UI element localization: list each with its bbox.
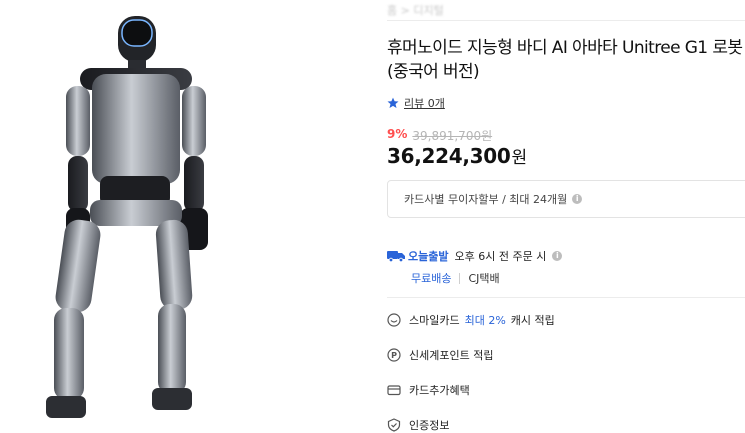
product-image-area xyxy=(0,0,370,428)
separator xyxy=(459,272,461,284)
shipping-detail-row: 무료배송 CJ택배 xyxy=(411,270,500,286)
benefit-suffix: 캐시 적립 xyxy=(510,314,555,327)
review-link[interactable]: 리뷰 0개 xyxy=(404,95,445,111)
star-icon xyxy=(387,97,399,108)
certification-icon xyxy=(387,418,401,432)
benefit-smile-card[interactable]: 스마일카드 최대 2% 캐시 적립 xyxy=(387,312,555,328)
svg-text:P: P xyxy=(391,351,397,360)
point-icon: P xyxy=(387,348,401,362)
card-installment-text: 카드사별 무이자할부 / 최대 24개월 xyxy=(404,193,568,206)
benefit-label: 카드추가혜택 xyxy=(409,384,470,397)
today-shipping-label: 오늘출발 xyxy=(408,250,449,263)
sale-price-currency: 원 xyxy=(511,148,528,168)
robot-product-image xyxy=(46,16,208,418)
benefit-shinsegae-point[interactable]: P 신세계포인트 적립 xyxy=(387,347,493,363)
benefit-certification[interactable]: 인증정보 xyxy=(387,417,449,433)
card-installment-box[interactable]: 카드사별 무이자할부 / 최대 24개월 i xyxy=(387,180,745,218)
sale-price-amount: 36,224,300 xyxy=(387,144,511,168)
smile-card-icon xyxy=(387,313,401,327)
product-info-panel: 홈 > 디지털 휴머노이드 지능형 바디 AI 아바타 Unitree G1 로… xyxy=(387,0,745,432)
product-title: 휴머노이드 지능형 바디 AI 아바타 Unitree G1 로봇 (중국어 버… xyxy=(387,38,743,82)
shipping-cutoff: 오후 6시 전 주문 시 xyxy=(454,250,547,263)
shipping-row: 오늘출발 오후 6시 전 주문 시 i xyxy=(387,248,563,264)
price-discount-row: 9% 39,891,700원 xyxy=(387,127,492,144)
courier-label: CJ택배 xyxy=(468,272,500,285)
sale-price: 36,224,300원 xyxy=(387,143,527,168)
benefit-prefix: 스마일카드 xyxy=(409,314,460,327)
benefit-highlight: 최대 2% xyxy=(464,314,506,327)
divider xyxy=(387,20,745,21)
info-icon[interactable]: i xyxy=(552,251,563,261)
divider xyxy=(387,297,745,298)
today-shipping-badge: 오늘출발 xyxy=(387,248,448,264)
benefit-label: 인증정보 xyxy=(409,419,450,432)
benefit-card-extra[interactable]: 카드추가혜택 xyxy=(387,382,470,398)
card-icon xyxy=(387,385,401,396)
truck-icon xyxy=(387,251,405,262)
free-shipping-label: 무료배송 xyxy=(411,272,452,285)
info-icon[interactable]: i xyxy=(572,194,583,204)
benefit-label: 신세계포인트 적립 xyxy=(409,349,494,362)
discount-rate: 9% xyxy=(387,127,408,141)
original-price: 39,891,700원 xyxy=(412,129,493,143)
review-summary[interactable]: 리뷰 0개 xyxy=(387,95,445,111)
breadcrumb[interactable]: 홈 > 디지털 xyxy=(387,2,444,18)
